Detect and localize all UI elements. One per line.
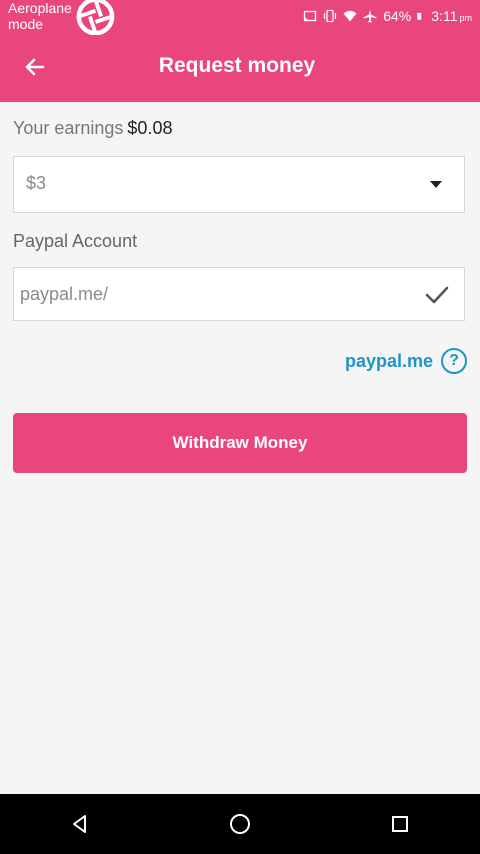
status-left: Aeroplane mode xyxy=(8,0,115,35)
clock-ampm: pm xyxy=(459,13,472,23)
paypal-link-row: paypal.me ? xyxy=(345,348,467,374)
nav-back-button[interactable] xyxy=(50,794,110,854)
paypal-me-link[interactable]: paypal.me xyxy=(345,351,433,372)
recents-nav-icon xyxy=(392,816,408,832)
app-bar: Aeroplane mode 64% 3:11 pm Request money xyxy=(0,0,480,102)
paypal-input[interactable] xyxy=(14,268,394,320)
airplane-mode-text: Aeroplane mode xyxy=(8,0,72,32)
earnings-amount: $0.08 xyxy=(127,118,173,138)
status-right: 64% 3:11 pm xyxy=(303,8,472,24)
airplane-icon xyxy=(363,9,377,23)
system-nav-bar xyxy=(0,794,480,854)
clock-time: 3:11 xyxy=(431,8,458,24)
shutter-icon xyxy=(76,0,115,35)
main-content: Your earnings $0.08 $3 Paypal Account pay… xyxy=(0,102,480,794)
status-bar: Aeroplane mode 64% 3:11 pm xyxy=(0,0,480,35)
earnings-label: Your earnings xyxy=(13,118,124,138)
amount-dropdown[interactable]: $3 xyxy=(13,156,465,213)
withdraw-money-button[interactable]: Withdraw Money xyxy=(13,413,467,473)
vibrate-icon xyxy=(324,9,337,23)
chevron-down-icon xyxy=(430,181,442,188)
page-title: Request money xyxy=(158,54,316,77)
nav-recents-button[interactable] xyxy=(370,794,430,854)
paypal-field xyxy=(13,267,465,321)
help-icon[interactable]: ? xyxy=(441,348,467,374)
checkmark-icon xyxy=(425,286,449,304)
home-nav-icon xyxy=(230,814,250,834)
nav-home-button[interactable] xyxy=(210,794,270,854)
wifi-icon xyxy=(343,10,357,22)
back-nav-icon xyxy=(73,815,86,833)
toolbar: Request money xyxy=(0,32,480,102)
paypal-account-label: Paypal Account xyxy=(13,231,138,251)
cast-icon xyxy=(304,10,317,22)
clock: 3:11 pm xyxy=(431,8,472,24)
battery-percent: 64% xyxy=(383,8,412,24)
earnings-row: Your earnings $0.08 xyxy=(13,118,172,139)
battery-icon xyxy=(417,12,422,20)
amount-dropdown-value: $3 xyxy=(26,173,47,193)
